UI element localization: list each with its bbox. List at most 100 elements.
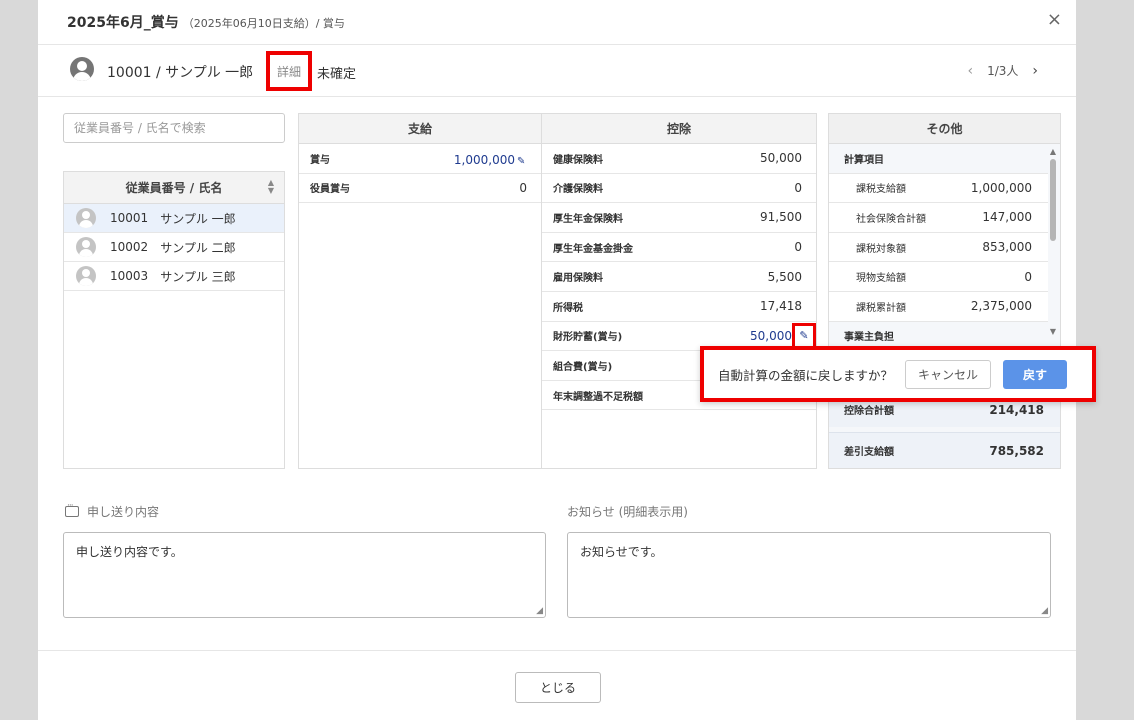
row-label: 役員賞与 — [310, 184, 350, 196]
total-label: 控除合計額 — [844, 406, 894, 417]
employee-bar: 10001 / サンプル 一郎 詳細 未確定 ‹ 1/3人 › — [38, 45, 1076, 97]
page-title: 2025年6月_賞与 （2025年06月10日支給）/ 賞与 — [67, 12, 345, 32]
scrollbar[interactable]: ▲ ▼ — [1048, 147, 1058, 337]
table-row: 賞与 1,000,000 ✎ — [299, 144, 541, 174]
modal-footer: とじる — [38, 650, 1076, 720]
revert-button[interactable]: 戻す — [1003, 359, 1068, 389]
other-scroll-area: 計算項目 課税支給額 1,000,000 社会保険合計額 147,000 課税対象額… — [829, 144, 1048, 352]
user-avatar-icon — [70, 57, 94, 81]
row-label: 雇用保険料 — [553, 273, 603, 285]
pencil-icon[interactable]: ✎ — [517, 156, 527, 167]
notice-label-text: お知らせ (明細表示用) — [567, 505, 688, 519]
row-value: 0 — [1024, 269, 1032, 284]
row-value[interactable]: 91,500 — [760, 210, 802, 224]
row-value[interactable]: 17,418 — [760, 299, 802, 313]
detail-link[interactable]: 詳細 — [277, 63, 301, 80]
resize-handle-icon[interactable]: ◢ — [1041, 607, 1048, 616]
memo-label-text: 申し送り内容 — [87, 505, 160, 519]
row-value: 853,000 — [982, 240, 1032, 255]
row-value[interactable]: 0 — [794, 181, 802, 195]
employee-id: 10003 — [110, 269, 149, 283]
row-value[interactable]: 50,000 — [750, 329, 792, 343]
list-item[interactable]: 10003 サンプル 三郎 — [64, 262, 284, 291]
list-item: 現物支給額 0 — [829, 262, 1048, 292]
row-label: 財形貯蓄(賞与) — [553, 332, 623, 344]
employee-row-name: サンプル 二郎 — [160, 240, 236, 255]
payment-header: 支給 — [299, 114, 541, 144]
deduction-header: 控除 — [542, 114, 816, 144]
revert-popover: 自動計算の金額に戻しますか？ キャンセル 戻す — [700, 346, 1096, 402]
row-label: 所得税 — [553, 302, 583, 314]
row-label: 事業主負担 — [844, 332, 894, 344]
net-pay-total: 差引支給額 785,582 — [829, 432, 1060, 468]
list-item[interactable]: 10002 サンプル 二郎 — [64, 233, 284, 262]
memo-textarea[interactable]: 申し送り内容です。 ◢ — [63, 532, 546, 618]
notice-textarea[interactable]: お知らせです。 ◢ — [567, 532, 1051, 618]
employee-row-name: サンプル 一郎 — [160, 211, 236, 226]
row-label: 健康保険料 — [553, 154, 603, 166]
modal-header: 2025年6月_賞与 （2025年06月10日支給）/ 賞与 × — [38, 0, 1076, 45]
row-label: 計算項目 — [844, 154, 884, 166]
employee-name: 10001 / サンプル 一郎 — [107, 65, 254, 81]
row-label: 厚生年金基金掛金 — [553, 243, 633, 255]
scroll-up-icon[interactable]: ▲ — [1048, 147, 1058, 157]
table-row: 厚生年金基金掛金 0 — [542, 233, 816, 263]
pager-position: 1/3人 — [987, 64, 1019, 78]
search-input[interactable] — [63, 113, 285, 143]
total-value: 214,418 — [989, 402, 1044, 417]
chevron-right-icon[interactable]: › — [1032, 63, 1038, 79]
popover-message: 自動計算の金額に戻しますか？ — [718, 367, 894, 383]
status-badge: 未確定 — [317, 67, 357, 82]
row-value[interactable]: 1,000,000 — [454, 153, 515, 167]
list-item: 課税支給額 1,000,000 — [829, 173, 1048, 204]
pencil-icon[interactable]: ✎ — [792, 322, 816, 349]
total-value: 785,582 — [989, 443, 1044, 458]
row-label: 介護保険料 — [553, 184, 603, 196]
row-label: 課税支給額 — [856, 184, 906, 196]
payment-panel: 支給 賞与 1,000,000 ✎ 役員賞与 0 — [298, 113, 542, 469]
title-subtitle: （2025年06月10日支給）/ 賞与 — [182, 17, 345, 30]
row-value[interactable]: 0 — [519, 181, 527, 195]
list-item[interactable]: 10001 サンプル 一郎 — [64, 204, 284, 233]
deduction-panel: 控除 健康保険料 50,000 介護保険料 0 厚生年金保険料 91,500 厚生年金… — [541, 113, 817, 469]
close-button[interactable]: とじる — [515, 672, 601, 703]
row-label: 賞与 — [310, 154, 330, 166]
memo-value: 申し送り内容です。 — [76, 545, 183, 559]
employee-list-header: 従業員番号 / 氏名 ▲ ▼ — [64, 172, 284, 204]
scroll-down-icon[interactable]: ▼ — [1048, 327, 1058, 337]
chevron-left-icon[interactable]: ‹ — [967, 63, 973, 79]
list-item: 社会保険合計額 147,000 — [829, 203, 1048, 233]
modal-dialog: 2025年6月_賞与 （2025年06月10日支給）/ 賞与 × 10001 / … — [38, 0, 1096, 720]
table-row: 雇用保険料 5,500 — [542, 262, 816, 292]
row-value[interactable]: 5,500 — [768, 270, 802, 284]
employee-row-name: サンプル 三郎 — [160, 269, 236, 284]
row-value: 147,000 — [982, 210, 1032, 225]
total-label: 差引支給額 — [844, 447, 894, 458]
list-item: 課税累計額 2,375,000 — [829, 291, 1048, 322]
notice-value: お知らせです。 — [580, 545, 663, 559]
row-value[interactable]: 0 — [794, 240, 802, 254]
table-row: 介護保険料 0 — [542, 174, 816, 204]
cancel-button[interactable]: キャンセル — [905, 359, 992, 389]
list-item: 計算項目 — [829, 144, 1048, 174]
resize-handle-icon[interactable]: ◢ — [536, 607, 543, 616]
row-label: 課税対象額 — [856, 243, 906, 255]
table-row: 健康保険料 50,000 — [542, 144, 816, 174]
list-item: 課税対象額 853,000 — [829, 232, 1048, 263]
detail-highlight: 詳細 — [266, 51, 312, 91]
row-label: 厚生年金保険料 — [553, 213, 623, 225]
row-label: 課税累計額 — [856, 302, 906, 314]
employee-id: 10002 — [110, 240, 149, 254]
table-row: 厚生年金保険料 91,500 — [542, 203, 816, 233]
memo-label: 申し送り内容 — [65, 501, 160, 520]
close-icon[interactable]: × — [1047, 11, 1062, 29]
employee-list: 従業員番号 / 氏名 ▲ ▼ 10001 サンプル 一郎 10002 サンプル 二… — [63, 171, 285, 469]
scrollbar-thumb[interactable] — [1050, 159, 1056, 241]
sort-icon[interactable]: ▲ ▼ — [268, 179, 274, 195]
title-text: 2025年6月_賞与 — [67, 15, 179, 31]
row-value[interactable]: 50,000 — [760, 151, 802, 165]
row-value: 1,000,000 — [970, 180, 1032, 195]
row-value: 2,375,000 — [970, 299, 1032, 314]
table-row: 所得税 17,418 — [542, 292, 816, 322]
row-label: 年末調整過不足税額 — [553, 391, 643, 403]
